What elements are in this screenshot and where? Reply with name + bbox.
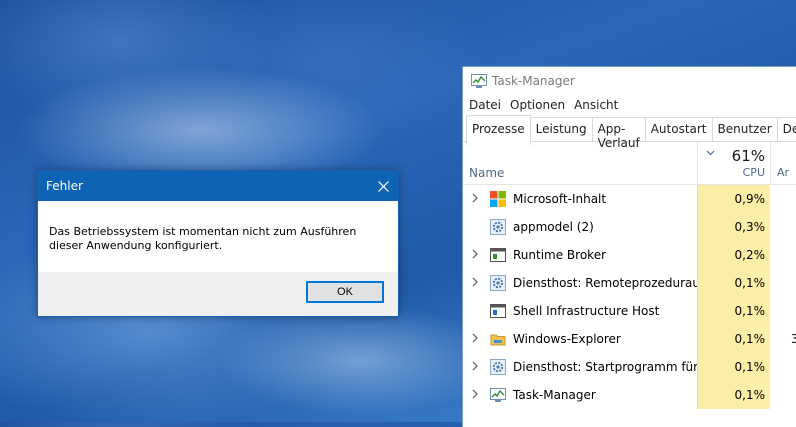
tab-strip: Prozesse Leistung App-Verlauf Autostart … (463, 115, 796, 150)
expand-chevron-icon[interactable] (472, 192, 478, 206)
expand-chevron-icon[interactable] (472, 332, 478, 346)
dialog-titlebar[interactable]: Fehler (38, 171, 398, 201)
process-name: Windows-Explorer (513, 332, 621, 346)
task-manager-icon (471, 74, 487, 91)
sort-chevron-down-icon (706, 146, 715, 159)
process-list: Microsoft-Inhalt 0,9% appmodel (2) 0,3% (463, 185, 796, 409)
app-window-icon (490, 247, 506, 263)
process-name: Microsoft-Inhalt (513, 192, 607, 206)
expand-chevron-icon[interactable] (472, 276, 478, 290)
cpu-column-label: CPU (742, 166, 765, 179)
gear-service-icon (490, 275, 506, 291)
process-cpu: 0,3% (734, 220, 766, 234)
tab-app-verlauf[interactable]: App-Verlauf (591, 117, 646, 150)
process-row[interactable]: Runtime Broker 0,2% (463, 241, 796, 269)
ok-button[interactable]: OK (306, 281, 384, 303)
tab-details[interactable]: Det (776, 117, 796, 141)
process-row[interactable]: appmodel (2) 0,3% (463, 213, 796, 241)
tab-autostart[interactable]: Autostart (644, 117, 713, 141)
dialog-title: Fehler (46, 179, 83, 193)
windows-logo-icon (490, 191, 506, 207)
expand-chevron-icon[interactable] (472, 360, 478, 374)
process-row[interactable]: Diensthost: Startprogramm für ... 0,1% (463, 353, 796, 381)
process-cpu: 0,1% (734, 276, 766, 290)
menu-datei[interactable]: Datei (469, 95, 508, 117)
task-manager-titlebar[interactable]: Task-Manager (463, 67, 796, 95)
expand-chevron-icon[interactable] (472, 248, 478, 262)
gear-service-icon (490, 219, 506, 235)
process-cpu-cell: 0,1% (697, 325, 770, 353)
process-name: appmodel (2) (513, 220, 594, 234)
process-cpu: 0,1% (734, 332, 766, 346)
process-cpu-cell: 0,9% (697, 185, 770, 213)
menu-optionen[interactable]: Optionen (510, 95, 572, 117)
column-name[interactable]: Name (469, 166, 504, 180)
process-cpu: 0,1% (734, 388, 766, 402)
dialog-message: Das Betriebssystem ist momentan nicht zu… (49, 225, 357, 252)
process-row[interactable]: Windows-Explorer 0,1% 3 (463, 325, 796, 353)
folder-icon (490, 331, 506, 347)
error-dialog: Fehler Das Betriebssystem ist momentan n… (37, 170, 399, 317)
process-cpu: 0,1% (734, 304, 766, 318)
column-next[interactable]: Ar (777, 166, 789, 179)
process-cpu-cell: 0,1% (697, 297, 770, 325)
process-cpu-cell: 0,2% (697, 241, 770, 269)
process-cpu-cell: 0,1% (697, 381, 770, 409)
process-name: Runtime Broker (513, 248, 607, 262)
process-row[interactable]: Diensthost: Remoteprozeduraufruf... 0,1% (463, 269, 796, 297)
app-window-icon (490, 303, 506, 319)
process-cpu: 0,1% (734, 360, 766, 374)
process-cpu: 0,9% (734, 192, 766, 206)
process-extra-value: 3 (791, 332, 796, 346)
menu-bar: Datei Optionen Ansicht (463, 95, 796, 117)
process-row[interactable]: Microsoft-Inhalt 0,9% (463, 185, 796, 213)
process-cpu-cell: 0,1% (697, 353, 770, 381)
cpu-total-percent: 61% (731, 147, 765, 165)
column-cpu[interactable]: 61% CPU (697, 142, 771, 184)
gear-service-icon (490, 359, 506, 375)
task-manager-icon (490, 387, 506, 403)
close-button[interactable] (368, 171, 398, 201)
column-header: Name 61% CPU Ar (463, 142, 796, 185)
tab-prozesse[interactable]: Prozesse (466, 115, 531, 145)
task-manager-title: Task-Manager (492, 74, 575, 88)
expand-chevron-icon[interactable] (472, 388, 478, 402)
process-cpu-cell: 0,1% (697, 269, 770, 297)
process-name: Task-Manager (513, 388, 596, 402)
task-manager-window: Task-Manager Datei Optionen Ansicht Proz… (462, 66, 796, 427)
process-cpu-cell: 0,3% (697, 213, 770, 241)
menu-ansicht[interactable]: Ansicht (574, 95, 625, 117)
process-cpu: 0,2% (734, 248, 766, 262)
process-row[interactable]: Shell Infrastructure Host 0,1% (463, 297, 796, 325)
tab-leistung[interactable]: Leistung (529, 117, 593, 141)
process-name: Diensthost: Startprogramm für ... (513, 360, 714, 374)
process-row[interactable]: Task-Manager 0,1% (463, 381, 796, 409)
dialog-footer: OK (38, 272, 398, 316)
close-icon (377, 180, 389, 192)
tab-benutzer[interactable]: Benutzer (711, 117, 778, 141)
process-name: Shell Infrastructure Host (513, 304, 660, 318)
